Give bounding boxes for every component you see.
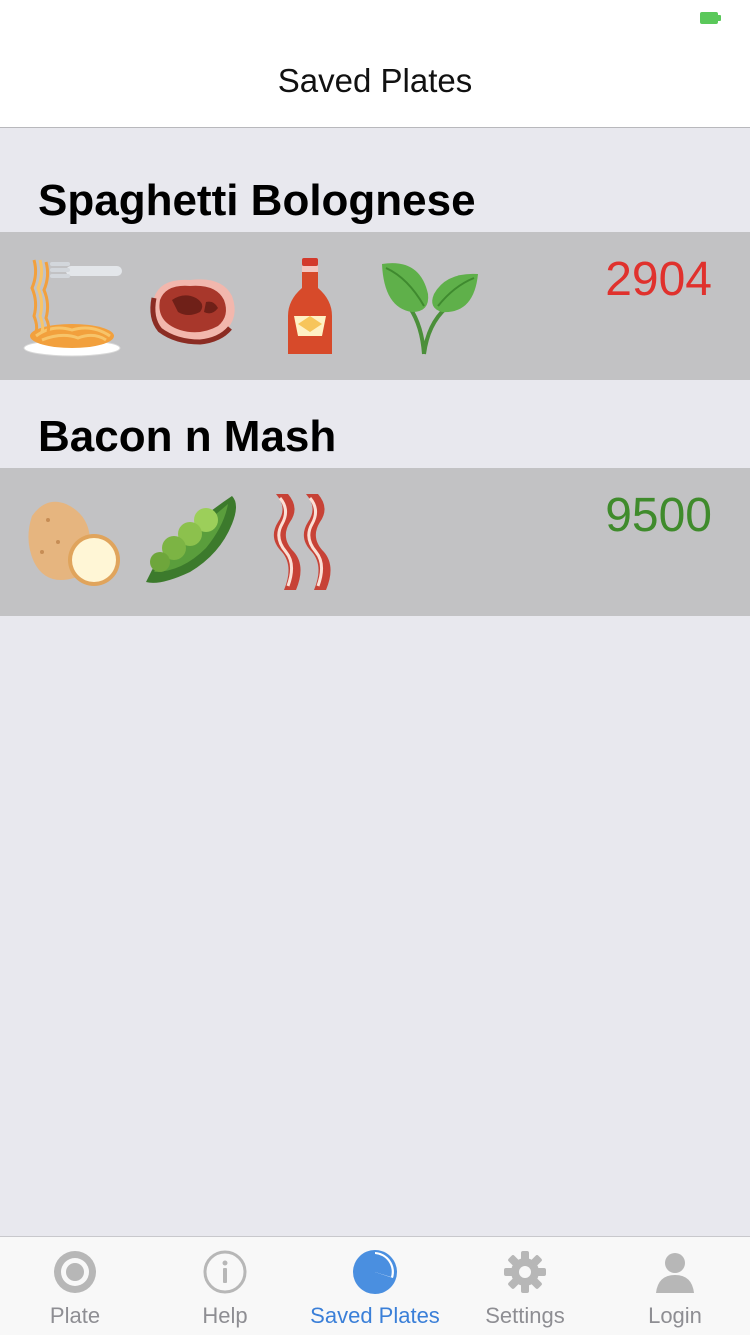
tab-saved-plates[interactable]: Saved Plates <box>300 1237 450 1335</box>
tab-login[interactable]: Login <box>600 1237 750 1335</box>
herb-icon <box>382 263 478 355</box>
tab-label: Help <box>202 1303 248 1328</box>
plate-row[interactable]: 2904 <box>0 232 750 380</box>
plate-score: 9500 <box>605 489 712 542</box>
page-title: Saved Plates <box>277 62 473 99</box>
pie-chart-icon <box>353 1250 397 1294</box>
plate-name: Spaghetti Bolognese <box>38 176 476 225</box>
steak-icon <box>150 279 235 345</box>
plate-name: Bacon n Mash <box>38 412 337 461</box>
potato-icon <box>28 501 120 586</box>
tab-plate[interactable]: Plate <box>0 1237 150 1335</box>
plate-section: Spaghetti Bolognese 2904 <box>0 128 750 380</box>
bacon-icon <box>273 494 331 590</box>
tab-label: Login <box>648 1303 702 1328</box>
status-bar <box>0 0 750 40</box>
tab-label: Plate <box>49 1303 101 1328</box>
tab-help[interactable]: Help <box>150 1237 300 1335</box>
info-icon <box>203 1250 247 1294</box>
food-icons <box>22 490 362 596</box>
user-icon <box>656 1253 694 1293</box>
battery-tip <box>718 15 721 21</box>
target-icon <box>54 1251 96 1293</box>
ketchup-icon <box>288 258 332 354</box>
plate-row[interactable]: 9500 <box>0 468 750 616</box>
tab-label: Settings <box>485 1303 565 1328</box>
plate-section: Bacon n Mash 9500 <box>0 380 750 616</box>
food-icons <box>22 254 480 360</box>
peas-icon <box>146 496 236 583</box>
tab-settings[interactable]: Settings <box>450 1237 600 1335</box>
tab-bar: Plate Help Saved Plates Settings Login <box>0 1236 750 1335</box>
battery-icon <box>700 12 718 24</box>
navigation-bar: Saved Plates <box>0 40 750 128</box>
tab-label: Saved Plates <box>310 1303 440 1328</box>
plate-score: 2904 <box>605 253 712 306</box>
gear-icon <box>504 1251 546 1293</box>
spaghetti-icon <box>23 259 122 357</box>
saved-plates-list: Spaghetti Bolognese 2904 Bacon n Mash 95… <box>0 128 750 616</box>
